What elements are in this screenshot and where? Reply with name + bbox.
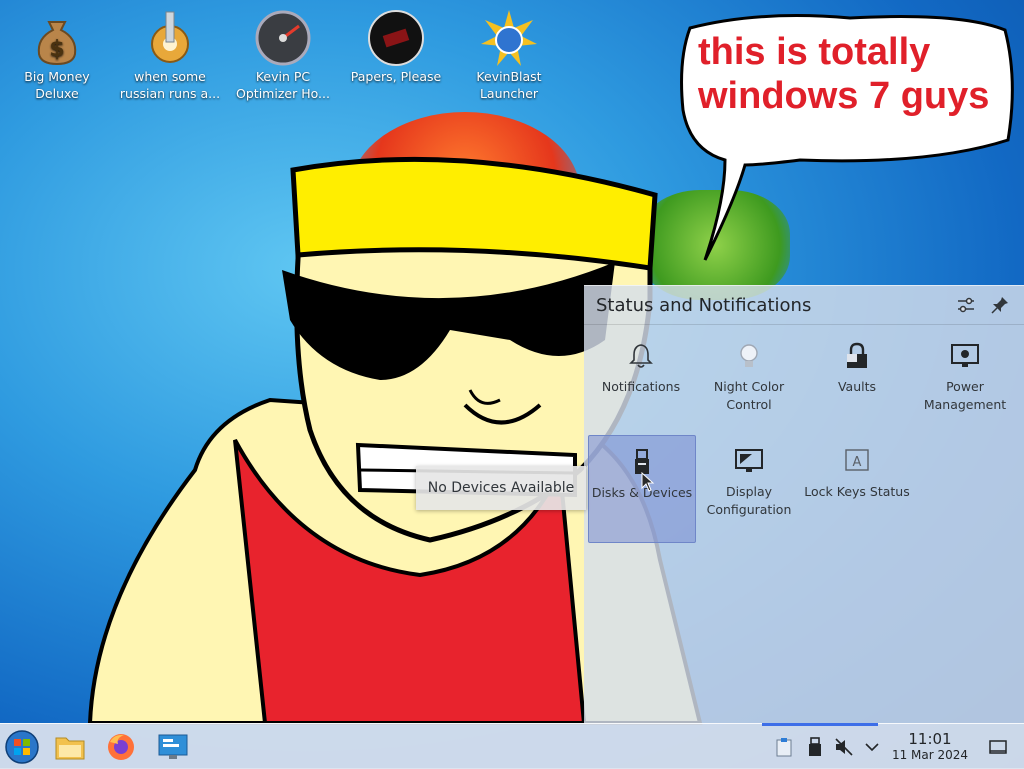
show-desktop-icon <box>989 740 1007 754</box>
popup-header: Status and Notifications <box>584 286 1024 325</box>
keyboard-a-icon: A <box>845 449 869 471</box>
svg-text:$: $ <box>49 37 64 62</box>
firefox-icon <box>108 734 134 760</box>
display-icon <box>735 449 763 472</box>
clipboard-tray-button[interactable] <box>773 736 795 758</box>
svg-text:A: A <box>853 455 862 470</box>
tile-label: Display Configuration <box>706 484 792 517</box>
clock-date: 11 Mar 2024 <box>891 748 969 762</box>
show-desktop-button[interactable] <box>987 736 1009 758</box>
file-manager-button[interactable] <box>51 728 89 766</box>
speech-bubble-line2: windows 7 guys <box>698 75 990 117</box>
desktop-icon-big-money-deluxe[interactable]: $ Big Money Deluxe <box>4 4 110 102</box>
settings-monitor-icon <box>158 734 188 759</box>
papers-please-icon <box>368 10 424 66</box>
speech-bubble-text: this is totally windows 7 guys <box>698 30 1018 118</box>
mouse-cursor-icon <box>641 472 655 492</box>
desktop-icon-label: Kevin PC Optimizer Ho... <box>236 69 330 101</box>
desktop-icon-label: KevinBlast Launcher <box>476 69 542 101</box>
wallpaper-orb-green <box>640 190 790 300</box>
bell-icon <box>629 344 653 368</box>
tile-display-configuration[interactable]: Display Configuration <box>696 435 802 541</box>
monitor-power-icon <box>951 344 979 367</box>
tile-label: Night Color Control <box>713 379 785 412</box>
pin-button[interactable] <box>988 293 1012 317</box>
vault-lock-icon <box>847 342 867 368</box>
popup-title: Status and Notifications <box>596 294 812 316</box>
wallpaper-orb-red <box>350 112 580 272</box>
tile-label: Lock Keys Status <box>804 484 910 499</box>
disks-tray-button[interactable] <box>804 736 826 758</box>
clock-time: 11:01 <box>908 730 952 748</box>
digital-clock[interactable]: 11:01 11 Mar 2024 <box>880 730 980 763</box>
tile-lock-keys-status[interactable]: A Lock Keys Status <box>804 435 910 541</box>
tile-vaults[interactable]: Vaults <box>804 330 910 436</box>
pin-icon <box>991 297 1008 314</box>
money-bag-icon: $ <box>37 21 77 66</box>
speaker-muted-icon <box>835 738 853 756</box>
volume-tray-button[interactable] <box>833 736 855 758</box>
sliders-icon <box>958 297 974 313</box>
devices-tooltip: No Devices Available <box>416 466 586 510</box>
status-notifications-popup: Status and Notifications Notifications N… <box>584 285 1024 724</box>
tile-night-color-control[interactable]: Night Color Control <box>696 330 802 436</box>
start-menu-button[interactable] <box>3 728 41 766</box>
tile-label: Power Management <box>923 379 1007 412</box>
windows-orb-icon <box>5 730 39 764</box>
tile-label: Notifications <box>601 379 681 394</box>
configure-button[interactable] <box>954 293 978 317</box>
task-progress-bar <box>762 723 962 726</box>
lightbulb-icon <box>740 344 758 367</box>
desktop-icon-label: Papers, Please <box>350 69 442 84</box>
speech-bubble-line1: this is totally <box>698 31 931 73</box>
task-progress-fill <box>762 723 878 726</box>
firefox-button[interactable] <box>102 728 140 766</box>
desktop-icon-label: Big Money Deluxe <box>24 69 90 101</box>
desktop-icon-kevinblast-launcher[interactable]: KevinBlast Launcher <box>456 4 562 102</box>
tile-notifications[interactable]: Notifications <box>588 330 694 436</box>
desktop-icon-kevin-pc-optimizer[interactable]: Kevin PC Optimizer Ho... <box>230 4 336 102</box>
gear-icon <box>151 11 189 63</box>
tile-power-management[interactable]: Power Management <box>912 330 1018 436</box>
chevron-down-icon <box>865 743 879 752</box>
clipboard-icon <box>776 738 792 757</box>
desktop-icon-papers-please[interactable]: Papers, Please <box>343 4 449 85</box>
folder-icon <box>55 737 85 760</box>
tile-label: Vaults <box>837 379 877 394</box>
taskbar: 11:01 11 Mar 2024 <box>0 723 1024 769</box>
gauge-icon <box>255 10 311 66</box>
desktop-icon-label: when some russian runs a... <box>119 69 221 101</box>
starburst-icon <box>481 10 537 66</box>
system-settings-button[interactable] <box>154 728 192 766</box>
desktop-icon-when-some-russian[interactable]: when some russian runs a... <box>117 4 223 102</box>
usb-drive-icon <box>809 737 821 756</box>
